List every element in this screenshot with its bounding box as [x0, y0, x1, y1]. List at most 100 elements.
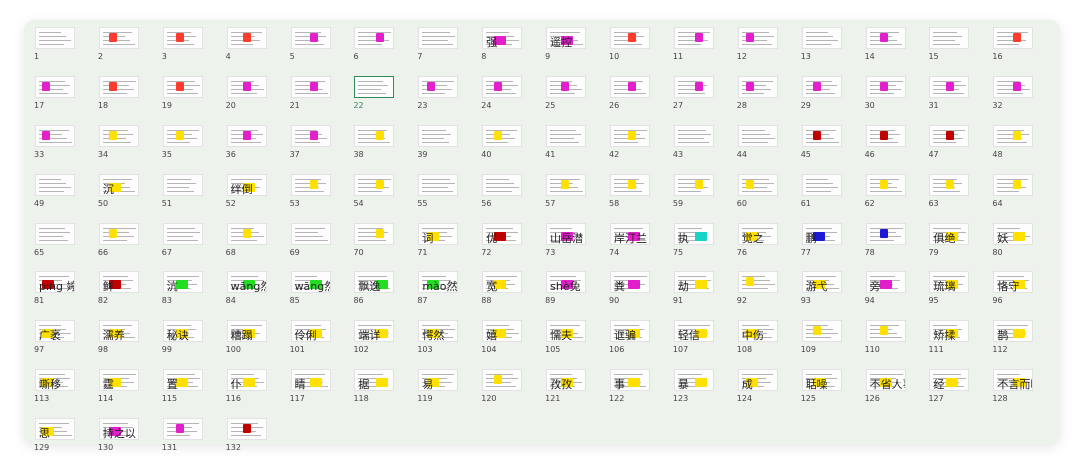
slide-thumbnail-cell[interactable]: 59 [672, 173, 736, 223]
slide-thumbnail-cell[interactable]: 24 [480, 75, 544, 125]
slide-thumbnail[interactable]: 妖 [993, 222, 1034, 245]
slide-thumbnail[interactable]: 游弋 [801, 271, 842, 294]
slide-thumbnail-cell[interactable]: 中伤 108 [736, 320, 800, 369]
slide-thumbnail-cell[interactable]: 120 [480, 369, 544, 418]
slide-thumbnail-cell[interactable]: 岸汀兰 74 [608, 222, 672, 272]
slide-thumbnail[interactable]: 经 [929, 369, 970, 392]
slide-thumbnail-cell[interactable]: 飘逸 86 [352, 271, 416, 320]
slide-thumbnail-cell[interactable]: 鲜 82 [97, 271, 161, 320]
slide-thumbnail-cell[interactable]: 45 [800, 124, 864, 174]
slide-thumbnail[interactable] [98, 27, 139, 49]
slide-thumbnail[interactable]: 沉 [98, 173, 139, 196]
slide-thumbnail-cell[interactable]: 鹏 77 [800, 222, 864, 272]
slide-thumbnail-cell[interactable]: 36 [225, 124, 289, 174]
slide-thumbnail-cell[interactable]: 强8 [480, 27, 544, 76]
slide-thumbnail[interactable] [98, 222, 139, 245]
slide-thumbnail-cell[interactable]: 置 115 [161, 369, 225, 418]
slide-thumbnail-cell[interactable]: 易 119 [416, 369, 480, 418]
slide-thumbnail-cell[interactable]: 43 [672, 124, 736, 174]
slide-thumbnail-cell[interactable]: 5 [289, 27, 353, 76]
slide-thumbnail[interactable] [801, 75, 842, 98]
slide-thumbnail-cell[interactable]: 37 [289, 124, 353, 174]
slide-thumbnail-cell[interactable]: 愕然 103 [416, 320, 480, 369]
slide-thumbnail-cell[interactable]: 68 [225, 222, 289, 272]
slide-thumbnail[interactable]: 濡养 [98, 320, 139, 343]
slide-thumbnail[interactable]: 沆 [162, 271, 203, 294]
slide-thumbnail[interactable] [226, 27, 267, 49]
slide-thumbnail[interactable]: 持之以 [98, 418, 139, 441]
slide-thumbnail-cell[interactable]: 伶俐 101 [289, 320, 353, 369]
slide-thumbnail-cell[interactable]: 42 [608, 124, 672, 174]
slide-thumbnail[interactable]: 劫 [673, 271, 714, 294]
slide-thumbnail[interactable] [98, 75, 139, 98]
slide-thumbnail-cell[interactable]: 92 [736, 271, 800, 320]
slide-thumbnail-cell[interactable]: 53 [289, 173, 353, 223]
slide-thumbnail-cell[interactable]: 聒噪 125 [800, 369, 864, 418]
slide-thumbnail-cell[interactable]: 48 [991, 124, 1055, 174]
slide-thumbnail[interactable] [546, 124, 587, 147]
slide-thumbnail-cell[interactable]: 暴 123 [672, 369, 736, 418]
slide-thumbnail[interactable]: 琉璃 [929, 271, 970, 294]
slide-thumbnail-cell[interactable]: 琉璃 95 [927, 271, 991, 320]
slide-thumbnail[interactable] [162, 222, 203, 245]
slide-thumbnail[interactable] [35, 173, 75, 196]
slide-thumbnail[interactable] [162, 124, 203, 147]
slide-thumbnail[interactable] [354, 75, 395, 98]
slide-thumbnail-cell[interactable]: 仆 116 [225, 369, 289, 418]
slide-thumbnail[interactable]: 优 [482, 222, 523, 245]
slide-thumbnail-cell[interactable]: 56 [480, 173, 544, 223]
slide-thumbnail-cell[interactable]: 秘诀 99 [161, 320, 225, 369]
slide-thumbnail[interactable] [354, 173, 395, 196]
slide-thumbnail-cell[interactable]: 29 [800, 75, 864, 125]
slide-thumbnail[interactable] [929, 27, 970, 49]
slide-thumbnail-cell[interactable]: 嬉 104 [480, 320, 544, 369]
slide-thumbnail-cell[interactable]: 34 [97, 124, 161, 174]
slide-thumbnail-cell[interactable]: 俱绝 79 [927, 222, 991, 272]
slide-thumbnail-cell[interactable]: 61 [800, 173, 864, 223]
slide-thumbnail-cell[interactable]: 诓骗 106 [608, 320, 672, 369]
slide-thumbnail-cell[interactable]: 28 [736, 75, 800, 125]
slide-thumbnail-cell[interactable]: 矫揉 111 [927, 320, 991, 369]
slide-thumbnail[interactable] [610, 27, 651, 49]
slide-thumbnail[interactable] [673, 173, 714, 196]
slide-thumbnail-cell[interactable]: 26 [608, 75, 672, 125]
slide-thumbnail[interactable] [226, 124, 267, 147]
slide-thumbnail-cell[interactable]: ping 婷 81 [33, 271, 97, 320]
slide-thumbnail-cell[interactable]: 35 [161, 124, 225, 174]
slide-thumbnail-cell[interactable]: 濡养 98 [97, 320, 161, 369]
slide-thumbnail[interactable] [418, 173, 459, 196]
slide-thumbnail[interactable] [290, 222, 331, 245]
slide-thumbnail[interactable]: 伶俐 [290, 320, 331, 343]
slide-thumbnail-cell[interactable]: 睛 117 [289, 369, 353, 418]
slide-thumbnail-cell[interactable]: 执 75 [672, 222, 736, 272]
slide-thumbnail[interactable] [801, 27, 842, 49]
slide-thumbnail[interactable]: 秘诀 [162, 320, 203, 343]
slide-thumbnail-cell[interactable]: 46 [864, 124, 928, 174]
slide-thumbnail[interactable]: shè免 [546, 271, 587, 294]
slide-thumbnail-cell[interactable]: 轻信 107 [672, 320, 736, 369]
slide-thumbnail-cell[interactable]: 孜孜 121 [544, 369, 608, 418]
slide-thumbnail[interactable] [801, 173, 842, 196]
slide-thumbnail-cell[interactable]: 3 [161, 27, 225, 76]
slide-thumbnail-cell[interactable]: 劫 91 [672, 271, 736, 320]
slide-thumbnail-cell[interactable]: 55 [416, 173, 480, 223]
slide-thumbnail[interactable] [290, 173, 331, 196]
slide-thumbnail-cell[interactable]: 端详 102 [352, 320, 416, 369]
slide-thumbnail[interactable] [290, 27, 331, 49]
slide-thumbnail[interactable]: 飘逸 [354, 271, 395, 294]
slide-thumbnail[interactable]: 成 [737, 369, 778, 392]
slide-thumbnail-cell[interactable]: 15 [927, 27, 991, 76]
slide-thumbnail[interactable] [865, 27, 906, 49]
slide-thumbnail[interactable] [35, 27, 75, 49]
slide-thumbnail-cell[interactable]: 44 [736, 124, 800, 174]
slide-thumbnail[interactable] [546, 75, 587, 98]
slide-thumbnail-cell[interactable]: 霆 114 [97, 369, 161, 418]
slide-thumbnail[interactable]: 鹊 [993, 320, 1034, 343]
slide-thumbnail-cell[interactable]: 78 [864, 222, 928, 272]
slide-thumbnail-cell[interactable]: 恪守 96 [991, 271, 1055, 320]
slide-thumbnail-cell[interactable]: 47 [927, 124, 991, 174]
slide-thumbnail-cell[interactable]: 成 124 [736, 369, 800, 418]
slide-thumbnail[interactable]: 执 [673, 222, 714, 245]
slide-thumbnail-cell[interactable]: 妖 80 [991, 222, 1055, 272]
slide-thumbnail-cell[interactable]: 不省人事 126 [864, 369, 928, 418]
